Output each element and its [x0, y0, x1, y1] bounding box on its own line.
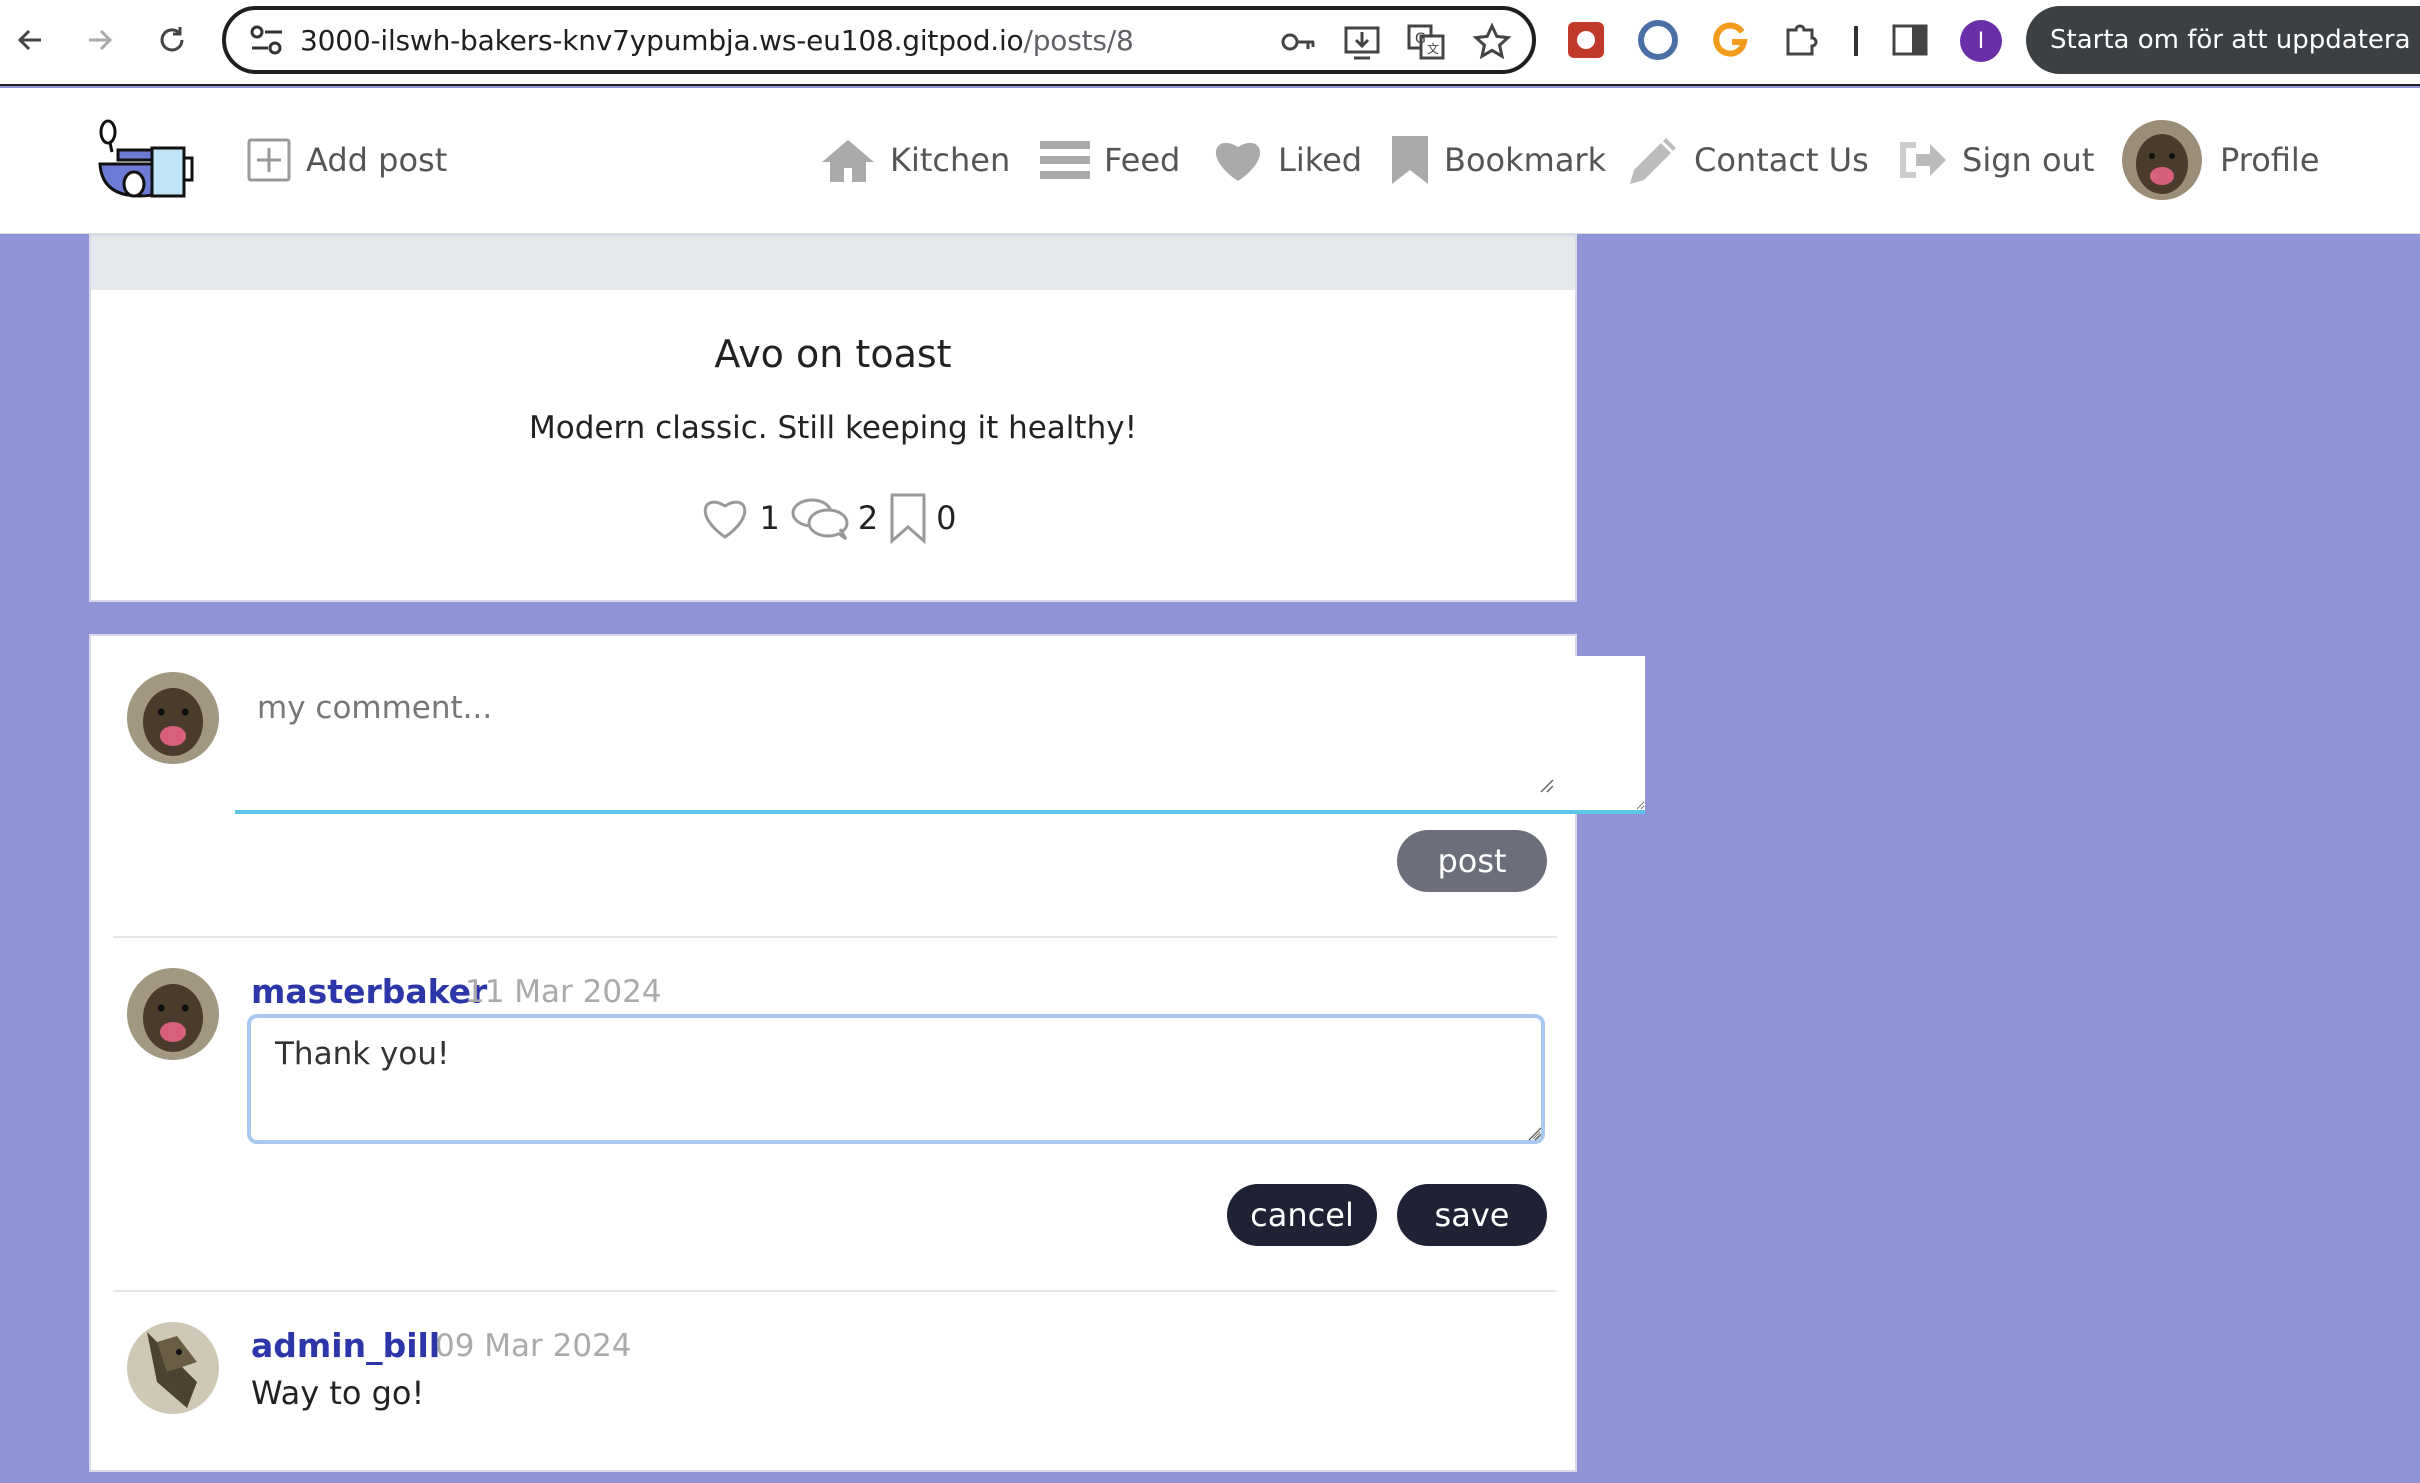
nav-bookmark-label: Bookmark [1444, 141, 1607, 179]
edit-comment-input[interactable] [247, 1014, 1545, 1144]
nav-feed[interactable]: Feed [1040, 134, 1180, 186]
nav-feed-label: Feed [1104, 141, 1181, 179]
toolbar-separator [1854, 26, 1858, 56]
nav-signout-label: Sign out [1962, 141, 2095, 179]
address-bar[interactable]: 3000-ilswh-bakers-knv7ypumbja.ws-eu108.g… [222, 6, 1536, 74]
install-app-icon[interactable] [1342, 22, 1382, 62]
comments-icon [791, 498, 849, 541]
side-panel-icon[interactable] [1888, 18, 1932, 62]
like-count: 1 [759, 499, 780, 537]
comment-date: 09 Mar 2024 [435, 1328, 632, 1364]
post-description: Modern classic. Still keeping it healthy… [529, 410, 1137, 446]
resize-grip-icon[interactable] [1539, 778, 1555, 794]
nav-profile-label: Profile [2220, 141, 2320, 179]
nav-liked-label: Liked [1278, 141, 1363, 179]
bookmark-star-icon[interactable] [1472, 22, 1512, 62]
key-icon[interactable] [1278, 22, 1318, 62]
heart-outline-icon[interactable] [699, 495, 751, 541]
comment-avatar [127, 1322, 219, 1414]
extension-1-icon[interactable] [1564, 18, 1608, 62]
nav-bookmark[interactable]: Bookmark [1390, 134, 1606, 186]
save-edit-button[interactable]: save [1397, 1184, 1547, 1246]
comment-text: Way to go! [251, 1374, 425, 1412]
add-post-label: Add post [306, 141, 448, 179]
profile-avatar [2122, 120, 2202, 200]
resize-grip-icon[interactable] [1527, 1126, 1543, 1142]
nav-contact-label: Contact Us [1694, 141, 1869, 179]
comment-date: 11 Mar 2024 [465, 974, 662, 1010]
bookmark-outline-icon[interactable] [888, 492, 928, 544]
url-path: /posts/8 [1023, 24, 1134, 57]
comment-count: 2 [857, 499, 879, 537]
comment-avatar [127, 968, 219, 1060]
reload-icon[interactable] [148, 16, 196, 64]
nav-signout[interactable]: Sign out [1896, 134, 2094, 186]
grammarly-icon[interactable] [1708, 18, 1752, 62]
cancel-edit-button[interactable]: cancel [1227, 1184, 1377, 1246]
bakers-logo[interactable] [96, 118, 196, 202]
bookmark-icon [1392, 136, 1428, 184]
browser-profile-badge[interactable]: I [1960, 20, 2002, 62]
nav-contact[interactable]: Contact Us [1628, 134, 1869, 186]
nav-kitchen-label: Kitchen [890, 141, 1011, 179]
comment-author[interactable]: masterbaker [251, 972, 487, 1011]
post-comment-button[interactable]: post [1397, 830, 1547, 892]
url-text: 3000-ilswh-bakers-knv7ypumbja.ws-eu108.g… [300, 24, 1134, 57]
sign-out-icon [1900, 142, 1946, 178]
post-card: Avo on toast Modern classic. Still keepi… [89, 234, 1577, 602]
heart-icon [1215, 142, 1261, 181]
post-title: Avo on toast [714, 332, 952, 376]
feed-list-icon [1040, 141, 1090, 179]
bookmark-count: 0 [936, 499, 957, 537]
bookmark-stat[interactable]: 0 [888, 492, 966, 544]
current-user-avatar [127, 672, 219, 764]
comment-divider [113, 936, 1557, 938]
site-settings-icon[interactable] [248, 23, 286, 57]
extension-2-icon[interactable] [1636, 18, 1680, 62]
svg-text:文: 文 [1427, 41, 1439, 56]
comment-stat[interactable]: 2 [790, 495, 888, 541]
back-icon[interactable] [6, 16, 54, 64]
add-post-icon [247, 138, 291, 182]
like-stat[interactable]: 1 [699, 495, 789, 541]
url-host: 3000-ilswh-bakers-knv7ypumbja.ws-eu108.g… [300, 24, 1024, 57]
comment-divider [113, 1290, 1557, 1292]
add-post-link[interactable]: Add post [246, 134, 447, 186]
site-header: Add post Kitchen Feed Liked Bookmark Con… [0, 88, 2420, 234]
update-button[interactable]: Starta om för att uppdatera⋮ [2026, 6, 2420, 74]
home-icon [822, 140, 874, 182]
nav-kitchen[interactable]: Kitchen [820, 134, 1010, 186]
comments-card: post masterbaker 11 Mar 2024 cancel save… [89, 634, 1645, 1472]
comment-input[interactable] [235, 656, 1645, 814]
update-label: Starta om för att uppdatera [2050, 25, 2411, 55]
pencil-icon [1630, 138, 1676, 184]
forward-icon[interactable] [76, 16, 124, 64]
translate-icon[interactable]: G文 [1406, 22, 1446, 62]
svg-text:G: G [1415, 31, 1426, 47]
post-stats: 1 2 0 [91, 492, 1575, 544]
extensions-puzzle-icon[interactable] [1780, 18, 1824, 62]
post-image [91, 236, 1575, 290]
comment-author[interactable]: admin_bill [251, 1326, 440, 1365]
nav-profile[interactable]: Profile [2122, 120, 2320, 200]
browser-toolbar: 3000-ilswh-bakers-knv7ypumbja.ws-eu108.g… [0, 0, 2420, 86]
nav-liked[interactable]: Liked [1212, 134, 1362, 186]
